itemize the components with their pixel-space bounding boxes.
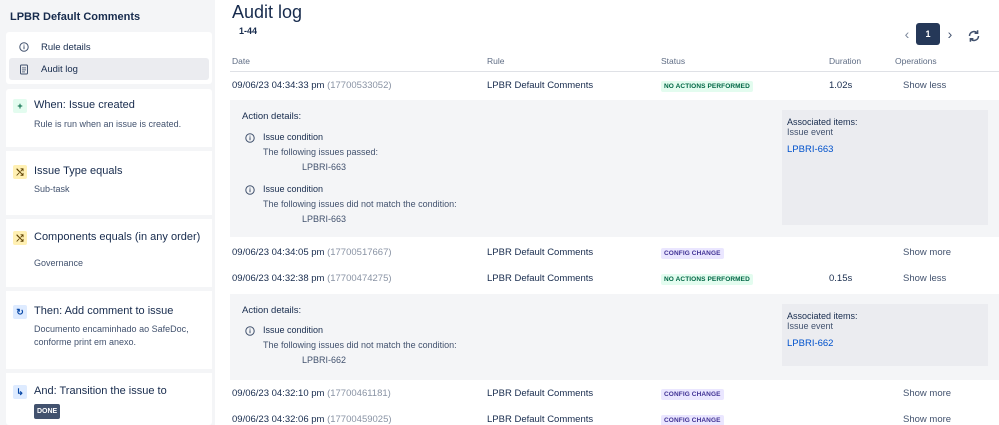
condition-text: The following issues did not match the c… xyxy=(263,340,457,350)
show-more-button[interactable]: Show more xyxy=(903,388,951,399)
row-date: 09/06/23 04:32:06 pm (17700459025) xyxy=(232,414,392,425)
row-date: 09/06/23 04:34:05 pm (17700517667) xyxy=(232,247,392,258)
condition-title: Issue condition xyxy=(263,132,324,142)
execution-id: (17700474275) xyxy=(327,273,392,284)
row-duration: 0.15s xyxy=(829,273,853,284)
header-divider xyxy=(230,71,999,72)
row-date: 09/06/23 04:32:10 pm (17700461181) xyxy=(232,388,391,399)
condition-step-issue-type[interactable]: ⤭ Issue Type equals Sub-task xyxy=(6,151,212,215)
transition-icon: ↳ xyxy=(13,385,27,399)
step-description: Governance xyxy=(34,258,84,268)
status-badge: CONFIG CHANGE xyxy=(661,389,724,400)
show-more-button[interactable]: Show more xyxy=(903,414,951,425)
column-header-duration: Duration xyxy=(829,56,862,66)
step-description: Documento encaminhado ao SafeDoc, confor… xyxy=(34,324,189,347)
rule-name: LPBR Default Comments xyxy=(10,11,141,23)
next-page-button[interactable]: › xyxy=(942,23,958,45)
execution-id: (17700459025) xyxy=(327,414,392,425)
status-badge: NO ACTIONS PERFORMED xyxy=(661,81,753,92)
refresh-icon xyxy=(968,30,980,42)
plus-icon: + xyxy=(13,99,27,113)
issue-link[interactable]: LPBRI-663 xyxy=(787,144,833,155)
issue-key: LPBRI-662 xyxy=(302,355,347,365)
step-title: Then: Add comment to issue xyxy=(34,305,174,317)
action-details-heading: Action details: xyxy=(242,111,302,122)
show-more-button[interactable]: Show more xyxy=(903,247,951,258)
action-details-panel: Action details: Issue condition The foll… xyxy=(230,100,999,237)
condition-text: The following issues did not match the c… xyxy=(263,199,457,209)
info-icon xyxy=(245,133,255,143)
condition-title: Issue condition xyxy=(263,184,324,194)
action-details-heading: Action details: xyxy=(242,305,302,316)
show-less-button[interactable]: Show less xyxy=(903,273,946,284)
step-title: Components equals (in any order) xyxy=(34,231,201,243)
previous-page-button[interactable]: ‹ xyxy=(899,23,915,45)
result-range: 1-44 xyxy=(239,26,258,36)
associated-items-type: Issue event xyxy=(787,127,834,137)
chevron-left-icon: ‹ xyxy=(904,26,910,42)
sidebar-item-label: Rule details xyxy=(41,41,91,53)
column-header-rule: Rule xyxy=(487,56,505,66)
issue-link[interactable]: LPBRI-662 xyxy=(787,338,833,349)
associated-items-title: Associated items: xyxy=(787,117,858,127)
associated-items-box: Associated items: Issue event LPBRI-662 xyxy=(782,304,988,366)
issue-key: LPBRI-663 xyxy=(302,162,347,172)
condition-text: The following issues passed: xyxy=(263,147,379,157)
refresh-button[interactable] xyxy=(966,28,982,44)
comment-icon: ↻ xyxy=(13,305,27,319)
info-icon xyxy=(245,185,255,195)
shuffle-icon: ⤭ xyxy=(13,231,27,245)
execution-id: (17700517667) xyxy=(327,247,392,258)
row-date: 09/06/23 04:32:38 pm (17700474275) xyxy=(232,273,392,284)
row-date: 09/06/23 04:34:33 pm (17700533052) xyxy=(232,80,392,91)
associated-items-box: Associated items: Issue event LPBRI-663 xyxy=(782,110,988,225)
show-less-button[interactable]: Show less xyxy=(903,80,946,91)
step-title: When: Issue created xyxy=(34,99,135,111)
row-rule: LPBR Default Comments xyxy=(487,80,594,91)
row-rule: LPBR Default Comments xyxy=(487,414,594,425)
info-icon xyxy=(245,326,255,336)
sidebar: LPBR Default Comments Rule details Audit… xyxy=(0,0,215,425)
sidebar-item-label: Audit log xyxy=(41,63,78,75)
status-badge: NO ACTIONS PERFORMED xyxy=(661,274,753,285)
step-description: Sub-task xyxy=(34,184,70,194)
associated-items-title: Associated items: xyxy=(787,311,858,321)
condition-title: Issue condition xyxy=(263,325,324,335)
action-details-panel: Action details: Issue condition The foll… xyxy=(230,294,999,380)
rule-components: + When: Issue created Rule is run when a… xyxy=(6,89,212,425)
action-step-transition[interactable]: ↳ And: Transition the issue to DONE xyxy=(6,373,212,425)
page-number-button[interactable]: 1 xyxy=(916,23,940,45)
step-description: Rule is run when an issue is created. xyxy=(34,119,182,129)
status-badge: CONFIG CHANGE xyxy=(661,248,724,259)
action-step-add-comment[interactable]: ↻ Then: Add comment to issue Documento e… xyxy=(6,291,212,369)
step-description: DONE xyxy=(34,404,202,419)
row-rule: LPBR Default Comments xyxy=(487,388,594,399)
info-icon xyxy=(17,42,31,52)
step-title: Issue Type equals xyxy=(34,165,123,177)
sidebar-nav: Rule details Audit log xyxy=(6,32,212,84)
issue-key: LPBRI-663 xyxy=(302,214,347,224)
row-duration: 1.02s xyxy=(829,80,853,91)
row-rule: LPBR Default Comments xyxy=(487,247,594,258)
chevron-right-icon: › xyxy=(947,26,953,42)
execution-id: (17700461181) xyxy=(327,388,391,399)
sidebar-item-rule-details[interactable]: Rule details xyxy=(9,36,209,58)
associated-items-type: Issue event xyxy=(787,321,834,331)
step-title: And: Transition the issue to xyxy=(34,385,167,397)
page-title: Audit log xyxy=(232,2,303,22)
row-rule: LPBR Default Comments xyxy=(487,273,594,284)
status-badge: CONFIG CHANGE xyxy=(661,415,724,425)
column-header-status: Status xyxy=(661,56,686,66)
clipboard-icon xyxy=(17,64,31,75)
execution-id: (17700533052) xyxy=(327,80,392,91)
trigger-step[interactable]: + When: Issue created Rule is run when a… xyxy=(6,89,212,148)
sidebar-item-audit-log[interactable]: Audit log xyxy=(9,58,209,80)
column-header-operations: Operations xyxy=(895,56,937,66)
column-header-date: Date xyxy=(232,56,250,66)
status-lozenge: DONE xyxy=(34,404,61,419)
condition-step-components[interactable]: ⤭ Components equals (in any order) Gover… xyxy=(6,219,212,287)
shuffle-icon: ⤭ xyxy=(13,165,27,179)
